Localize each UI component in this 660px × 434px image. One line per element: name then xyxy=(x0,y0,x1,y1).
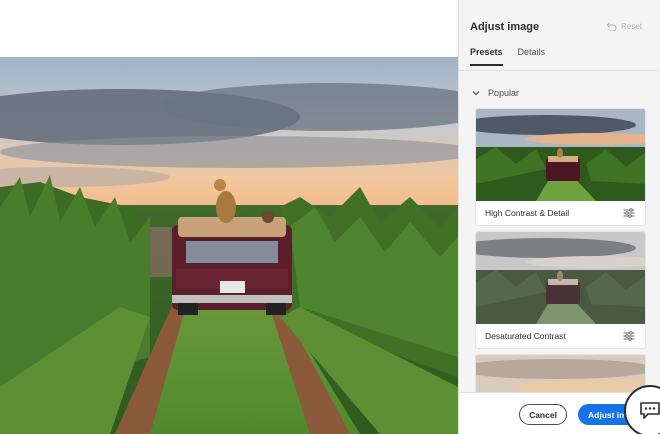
preset-card-high-contrast[interactable]: High Contrast & Detail xyxy=(475,108,646,226)
preset-card-desaturated[interactable]: Desaturated Contrast xyxy=(475,231,646,349)
section-toggle-popular[interactable]: Popular xyxy=(472,88,519,98)
preset-label: Desaturated Contrast xyxy=(485,331,566,341)
preset-thumbnail xyxy=(476,232,645,324)
reset-label: Reset xyxy=(621,22,642,31)
tab-bar: Presets Details xyxy=(470,47,545,66)
preset-caption: Desaturated Contrast xyxy=(476,324,645,348)
undo-icon xyxy=(606,22,617,31)
app-window: Adjust image Reset Presets Details Popul… xyxy=(0,0,660,434)
chat-icon xyxy=(640,402,660,419)
photo-canvas[interactable] xyxy=(0,57,458,434)
photo-image xyxy=(0,57,458,434)
sliders-icon[interactable] xyxy=(623,208,635,218)
preset-thumbnail xyxy=(476,109,645,201)
chevron-down-icon xyxy=(472,91,480,96)
reset-button[interactable]: Reset xyxy=(606,22,642,31)
preset-card-partial[interactable] xyxy=(475,354,646,394)
tab-details[interactable]: Details xyxy=(518,47,546,66)
adjust-image-panel: Adjust image Reset Presets Details Popul… xyxy=(458,0,660,434)
sliders-icon[interactable] xyxy=(623,331,635,341)
section-label: Popular xyxy=(488,88,520,98)
cancel-button[interactable]: Cancel xyxy=(519,404,567,425)
tab-presets[interactable]: Presets xyxy=(470,47,503,66)
tabs-divider xyxy=(459,70,660,71)
preset-thumbnail xyxy=(476,355,645,393)
preset-caption: High Contrast & Detail xyxy=(476,201,645,225)
preset-label: High Contrast & Detail xyxy=(485,208,570,218)
panel-title: Adjust image xyxy=(470,21,540,33)
